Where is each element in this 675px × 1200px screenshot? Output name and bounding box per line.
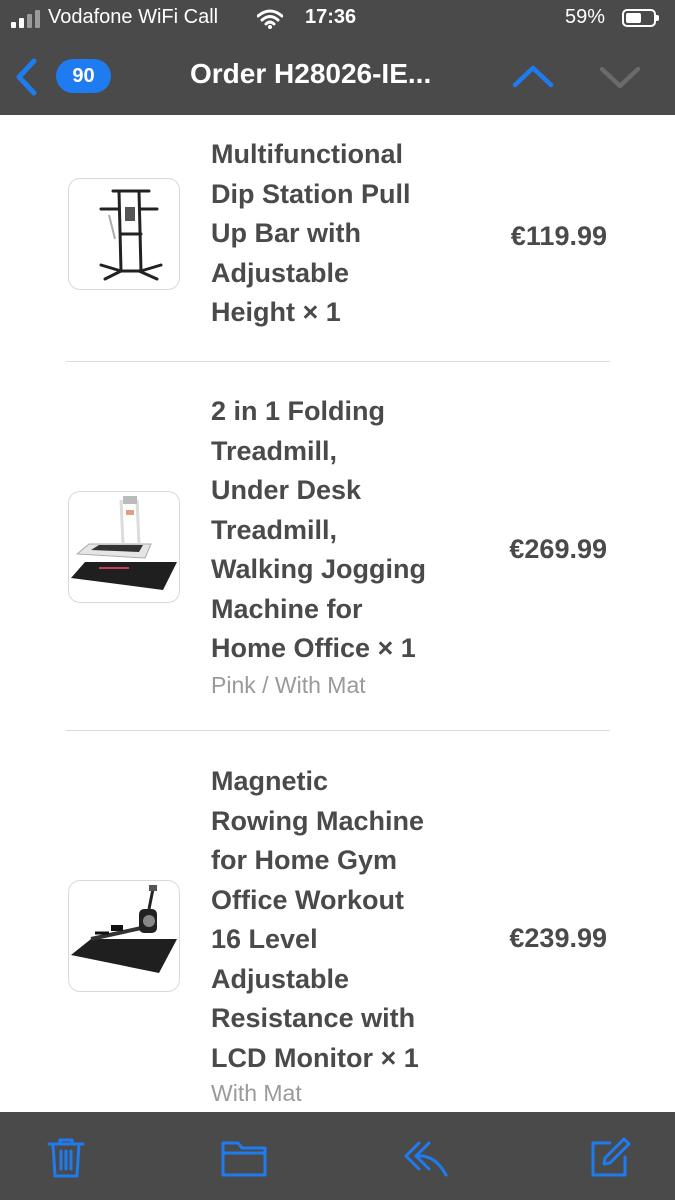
compose-icon[interactable] xyxy=(588,1135,632,1179)
nav-bar: 90 Order H28026-IE... xyxy=(0,38,675,115)
carrier-label: Vodafone WiFi Call xyxy=(48,6,219,28)
folder-icon[interactable] xyxy=(220,1135,268,1179)
item-variant: Pink / With Mat xyxy=(211,672,366,698)
item-title: Multifunctional Dip Station Pull Up Bar … xyxy=(211,139,411,327)
bottom-toolbar xyxy=(0,1112,675,1200)
dip-station-image xyxy=(68,178,180,290)
rowing-machine-image xyxy=(68,880,180,992)
order-items-list: Multifunctional Dip Station Pull Up Bar … xyxy=(0,115,675,1112)
wifi-icon xyxy=(257,9,283,29)
back-chevron-icon[interactable] xyxy=(14,58,38,96)
battery-percent: 59% xyxy=(565,6,606,28)
battery-icon xyxy=(622,9,659,27)
divider xyxy=(66,730,610,731)
item-title: Magnetic Rowing Machine for Home Gym Off… xyxy=(211,766,425,1073)
previous-message-chevron-up-icon[interactable] xyxy=(512,64,554,88)
treadmill-image xyxy=(68,491,180,603)
signal-icon xyxy=(11,10,40,28)
status-bar: Vodafone WiFi Call 17:36 59% xyxy=(0,0,675,38)
next-message-chevron-down-icon[interactable] xyxy=(599,66,641,90)
item-price: €269.99 xyxy=(509,534,607,564)
item-variant: With Mat xyxy=(211,1080,302,1106)
reply-all-icon[interactable] xyxy=(403,1135,449,1179)
unread-count-badge[interactable]: 90 xyxy=(56,59,111,93)
item-price: €239.99 xyxy=(509,923,607,953)
trash-icon[interactable] xyxy=(44,1135,88,1179)
item-title: 2 in 1 Folding Treadmill, Under Desk Tre… xyxy=(211,396,426,663)
item-price: €119.99 xyxy=(510,221,607,251)
page-title: Order H28026-IE... xyxy=(190,58,432,89)
clock: 17:36 xyxy=(305,6,357,28)
divider xyxy=(66,361,610,362)
unread-count: 90 xyxy=(72,65,95,87)
